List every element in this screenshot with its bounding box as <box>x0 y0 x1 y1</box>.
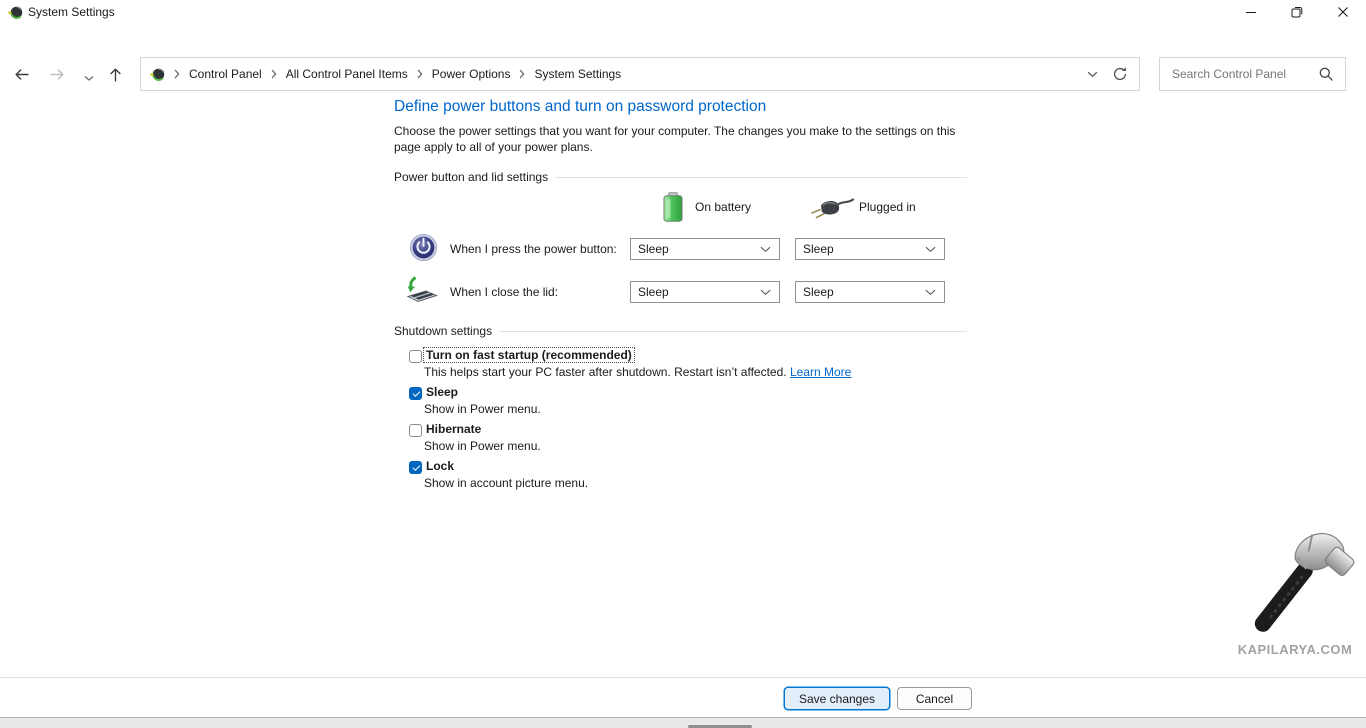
selected-value: Sleep <box>638 242 669 256</box>
power-button-row-label: When I press the power button: <box>450 242 617 256</box>
chevron-down-icon <box>925 289 936 296</box>
forward-arrow-icon <box>49 66 66 83</box>
power-button-plugged-in-select[interactable]: Sleep <box>795 238 945 260</box>
breadcrumb-separator-icon <box>519 69 525 79</box>
breadcrumb-separator-icon <box>417 69 423 79</box>
up-arrow-icon <box>107 66 124 83</box>
hammer-watermark-image <box>1238 523 1360 637</box>
sleep-checkbox[interactable] <box>409 387 422 400</box>
taskbar-edge <box>0 718 1366 728</box>
navigation-bar: Control Panel All Control Panel Items Po… <box>0 24 1366 72</box>
breadcrumb-control-panel[interactable]: Control Panel <box>189 67 262 81</box>
lid-close-on-battery-select[interactable]: Sleep <box>630 281 780 303</box>
page-title: Define power buttons and turn on passwor… <box>394 98 766 116</box>
power-options-app-icon <box>8 5 23 20</box>
chevron-down-icon <box>760 246 771 253</box>
restore-icon <box>1289 4 1305 20</box>
cancel-button[interactable]: Cancel <box>897 687 972 710</box>
hibernate-label[interactable]: Hibernate <box>426 422 481 436</box>
fast-startup-label[interactable]: Turn on fast startup (recommended) <box>424 348 634 362</box>
sleep-label[interactable]: Sleep <box>426 385 458 399</box>
hibernate-checkbox[interactable] <box>409 424 422 437</box>
plug-icon <box>809 196 855 220</box>
lid-close-plugged-in-select[interactable]: Sleep <box>795 281 945 303</box>
system-settings-window: System Settings <box>0 0 1366 728</box>
restore-button[interactable] <box>1274 0 1320 24</box>
power-button-icon <box>409 233 438 262</box>
breadcrumb-power-options[interactable]: Power Options <box>432 67 511 81</box>
minimize-button[interactable] <box>1228 0 1274 24</box>
search-box <box>1159 57 1346 91</box>
lock-checkbox[interactable] <box>409 461 422 474</box>
power-button-on-battery-select[interactable]: Sleep <box>630 238 780 260</box>
lock-description: Show in account picture menu. <box>424 476 588 490</box>
hibernate-description: Show in Power menu. <box>424 439 541 453</box>
shutdown-section-header: Shutdown settings <box>394 324 967 338</box>
close-icon <box>1335 4 1351 20</box>
fast-startup-description: This helps start your PC faster after sh… <box>424 365 851 379</box>
watermark-text: KAPILARYA.COM <box>1226 642 1364 657</box>
chevron-down-icon <box>1087 71 1098 78</box>
power-section-header: Power button and lid settings <box>394 170 967 184</box>
breadcrumb-separator-icon <box>271 69 277 79</box>
refresh-icon <box>1112 66 1128 82</box>
on-battery-column-label: On battery <box>695 200 751 214</box>
section-divider <box>555 177 967 178</box>
search-icon[interactable] <box>1318 66 1334 82</box>
power-section-title: Power button and lid settings <box>394 170 548 184</box>
section-divider <box>499 331 967 332</box>
fast-startup-checkbox[interactable] <box>409 350 422 363</box>
back-arrow-icon <box>13 66 30 83</box>
learn-more-link[interactable]: Learn More <box>790 365 851 379</box>
battery-icon <box>663 192 683 222</box>
recent-pages-dropdown[interactable] <box>77 66 101 90</box>
forward-button[interactable] <box>45 62 69 86</box>
power-options-breadcrumb-icon <box>150 67 165 82</box>
page-description: Choose the power settings that you want … <box>394 124 968 155</box>
chevron-down-icon <box>84 75 94 82</box>
lid-close-row-label: When I close the lid: <box>450 285 558 299</box>
lock-label[interactable]: Lock <box>426 459 454 473</box>
sleep-description: Show in Power menu. <box>424 402 541 416</box>
chevron-down-icon <box>925 246 936 253</box>
breadcrumb-all-control-panel-items[interactable]: All Control Panel Items <box>286 67 408 81</box>
lid-close-icon <box>405 275 439 305</box>
breadcrumb-separator-icon <box>174 69 180 79</box>
breadcrumb-system-settings[interactable]: System Settings <box>534 67 621 81</box>
title-bar: System Settings <box>0 0 1366 24</box>
refresh-button[interactable] <box>1105 59 1135 89</box>
address-bar[interactable]: Control Panel All Control Panel Items Po… <box>140 57 1140 91</box>
selected-value: Sleep <box>803 242 834 256</box>
selected-value: Sleep <box>638 285 669 299</box>
up-button[interactable] <box>103 62 127 86</box>
search-input[interactable] <box>1172 67 1318 81</box>
close-button[interactable] <box>1320 0 1366 24</box>
minimize-icon <box>1243 4 1259 20</box>
shutdown-section-title: Shutdown settings <box>394 324 492 338</box>
back-button[interactable] <box>9 62 33 86</box>
save-changes-button[interactable]: Save changes <box>784 687 890 710</box>
window-title: System Settings <box>28 5 115 19</box>
plugged-in-column-label: Plugged in <box>859 200 916 214</box>
chevron-down-icon <box>760 289 771 296</box>
address-dropdown-button[interactable] <box>1079 59 1105 89</box>
footer-divider <box>0 677 1366 678</box>
selected-value: Sleep <box>803 285 834 299</box>
